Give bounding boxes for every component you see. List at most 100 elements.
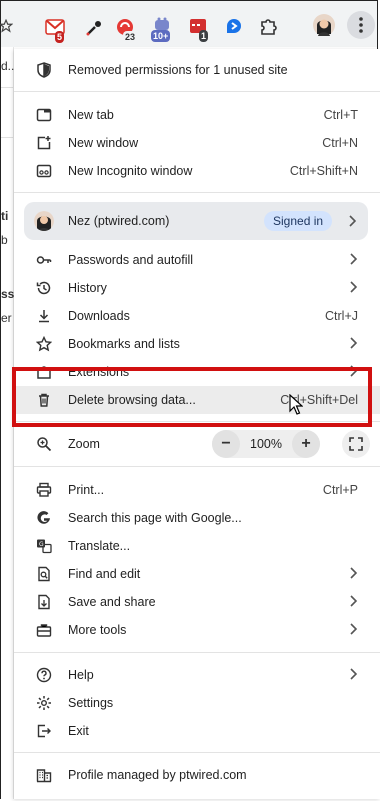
menu-label: Find and edit xyxy=(68,567,141,581)
star-icon xyxy=(36,336,52,352)
menu-item-print[interactable]: Print... Ctrl+P xyxy=(14,476,380,504)
red-extension-icon[interactable]: 23 xyxy=(115,17,139,43)
mouse-cursor-icon xyxy=(289,394,303,415)
menu-shortcut: Ctrl+N xyxy=(322,136,358,150)
profile-row[interactable]: Nez (ptwired.com) Signed in xyxy=(24,202,368,240)
menu-label: Translate... xyxy=(68,539,131,553)
purple-extension-badge: 10+ xyxy=(151,30,171,42)
key-icon xyxy=(36,256,52,264)
chevron-right-icon xyxy=(350,567,358,579)
star-icon[interactable] xyxy=(0,13,27,39)
menu-separator xyxy=(14,752,380,753)
menu-label: Exit xyxy=(68,724,89,738)
gmail-icon[interactable]: 5 xyxy=(45,17,69,43)
zoom-out-button[interactable]: − xyxy=(212,430,240,458)
menu-shortcut: Ctrl+J xyxy=(325,309,358,323)
partial-text: er xyxy=(1,311,12,325)
chevron-right-icon xyxy=(350,595,358,607)
history-icon xyxy=(36,281,51,295)
partial-text: ti xyxy=(1,209,9,223)
menu-item-find-edit[interactable]: Find and edit xyxy=(14,560,380,588)
menu-label: Downloads xyxy=(68,309,130,323)
menu-label: New window xyxy=(68,136,139,150)
menu-item-passwords[interactable]: Passwords and autofill xyxy=(14,246,380,274)
eyedropper-icon[interactable] xyxy=(83,17,107,41)
menu-label: Save and share xyxy=(68,595,156,609)
toolbox-icon xyxy=(36,624,52,637)
print-icon xyxy=(36,482,52,497)
menu-shortcut: Ctrl+P xyxy=(322,483,358,497)
chevron-right-icon xyxy=(350,281,358,293)
download-icon xyxy=(39,310,49,323)
menu-item-managed[interactable]: Profile managed by ptwired.com xyxy=(14,761,380,789)
menu-item-exit[interactable]: Exit xyxy=(14,717,380,745)
divider xyxy=(1,137,13,138)
menu-item-more-tools[interactable]: More tools xyxy=(14,616,380,644)
chevron-right-icon xyxy=(350,253,358,265)
chevron-right-icon xyxy=(350,623,358,635)
menu-item-new-incognito[interactable]: New Incognito window Ctrl+Shift+N xyxy=(14,157,380,185)
kebab-menu-icon[interactable] xyxy=(347,11,375,39)
menu-label: New Incognito window xyxy=(68,164,193,178)
save-share-icon xyxy=(38,594,50,610)
avatar xyxy=(34,211,54,231)
new-window-icon xyxy=(37,136,51,150)
menu-item-settings[interactable]: Settings xyxy=(14,689,380,717)
menu-label: Profile managed by ptwired.com xyxy=(68,768,247,782)
menu-separator xyxy=(14,652,380,653)
calendar-badge: 1 xyxy=(199,30,209,42)
new-tab-icon xyxy=(36,108,52,122)
blue-arrow-icon[interactable] xyxy=(225,17,249,41)
menu-separator xyxy=(14,466,380,467)
building-icon xyxy=(36,769,52,783)
translate-icon: G xyxy=(37,539,52,554)
menu-item-new-tab[interactable]: New tab Ctrl+T xyxy=(14,101,380,129)
menu-item-zoom: Zoom xyxy=(14,430,380,458)
purple-extension-icon[interactable]: 10+ xyxy=(151,17,175,42)
menu-label: New tab xyxy=(68,108,114,122)
exit-icon xyxy=(37,724,51,738)
menu-separator xyxy=(14,192,380,193)
zoom-level: 100% xyxy=(250,437,282,451)
zoom-control: − 100% + xyxy=(212,430,320,458)
divider xyxy=(1,87,13,88)
menu-label: Print... xyxy=(68,483,105,497)
signed-in-badge: Signed in xyxy=(264,211,333,231)
menu-item-save-share[interactable]: Save and share xyxy=(14,588,380,616)
svg-text:G: G xyxy=(39,541,44,548)
menu-item-new-window[interactable]: New window Ctrl+N xyxy=(14,129,380,157)
menu-label: Search this page with Google... xyxy=(68,511,242,525)
red-calendar-icon[interactable]: 1 xyxy=(189,17,213,42)
browser-toolbar: 5 23 10+ 1 xyxy=(0,1,377,47)
menu-label: Zoom xyxy=(68,437,100,451)
menu-item-removed-permissions[interactable]: Removed permissions for 1 unused site xyxy=(14,56,380,84)
chevron-right-icon xyxy=(349,215,356,227)
zoom-in-button[interactable]: + xyxy=(292,430,320,458)
google-icon xyxy=(37,511,50,524)
menu-item-help[interactable]: Help xyxy=(14,661,380,689)
menu-item-downloads[interactable]: Downloads Ctrl+J xyxy=(14,302,380,330)
gmail-badge: 5 xyxy=(55,31,65,43)
menu-item-bookmarks[interactable]: Bookmarks and lists xyxy=(14,330,380,358)
puzzle-icon[interactable] xyxy=(259,17,283,41)
red-extension-badge: 23 xyxy=(123,31,138,43)
fullscreen-icon xyxy=(349,437,363,451)
zoom-icon xyxy=(37,437,52,452)
menu-item-search-page[interactable]: Search this page with Google... xyxy=(14,504,380,532)
chevron-right-icon xyxy=(350,668,358,680)
incognito-icon xyxy=(36,164,52,178)
menu-label: History xyxy=(68,281,107,295)
menu-separator xyxy=(14,91,380,92)
menu-shortcut: Ctrl+Shift+N xyxy=(289,164,358,178)
menu-label: More tools xyxy=(68,623,127,637)
fullscreen-button[interactable] xyxy=(342,430,370,458)
menu-item-translate[interactable]: G Translate... xyxy=(14,532,380,560)
profile-avatar[interactable] xyxy=(313,14,337,38)
help-icon xyxy=(36,667,52,683)
menu-label: Help xyxy=(68,668,94,682)
menu-label: Removed permissions for 1 unused site xyxy=(68,63,288,77)
menu-label: Passwords and autofill xyxy=(68,253,194,267)
menu-item-history[interactable]: History xyxy=(14,274,380,302)
chevron-right-icon xyxy=(350,337,358,349)
gear-icon xyxy=(37,696,51,710)
